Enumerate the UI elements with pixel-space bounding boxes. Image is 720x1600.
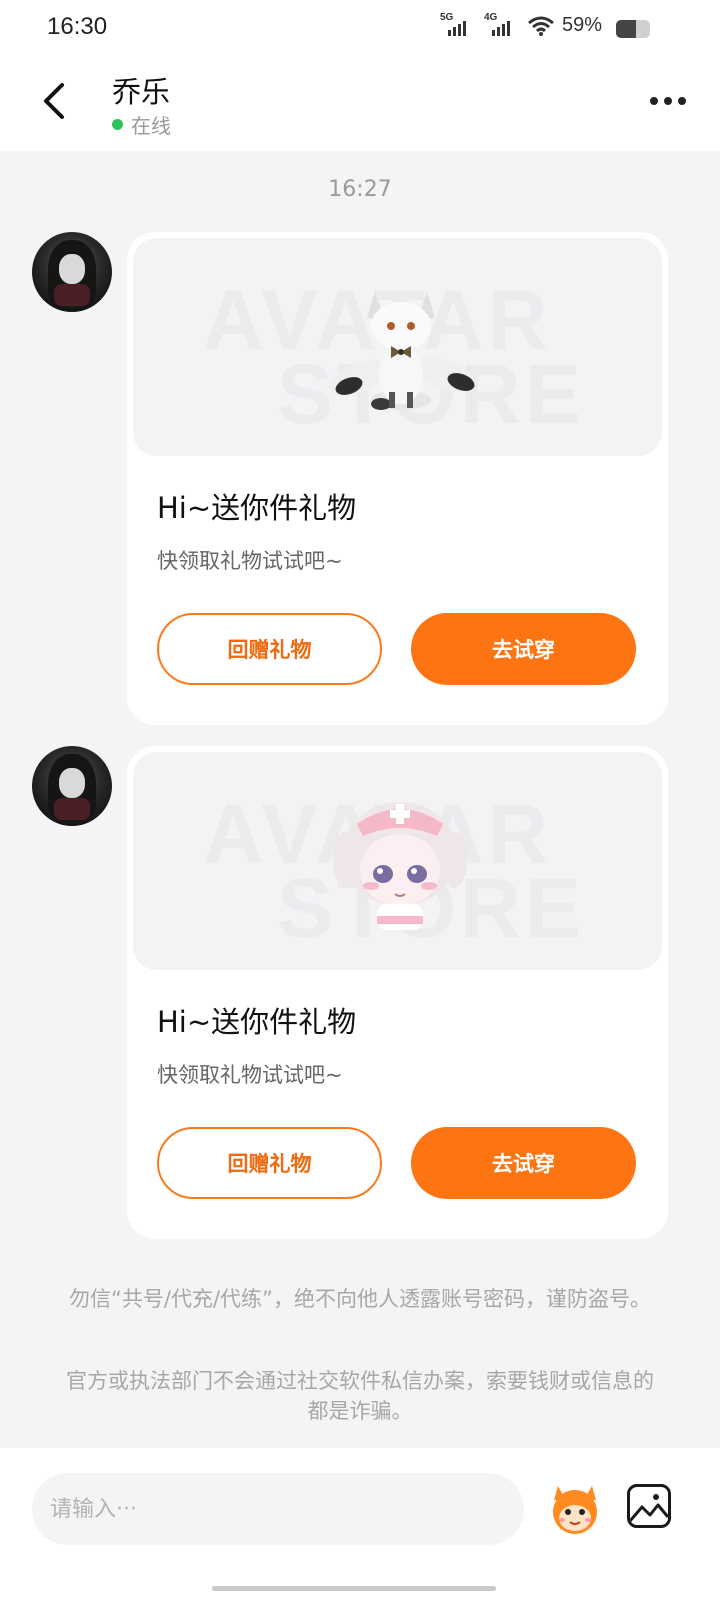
white-fox-icon <box>328 292 476 410</box>
status-time: 16:30 <box>47 13 108 40</box>
avatar-scarf <box>54 284 90 306</box>
chevron-left-icon <box>44 83 64 119</box>
orange-mascot-icon <box>553 1486 597 1534</box>
sender-avatar[interactable] <box>32 232 112 312</box>
battery-percent: 59% <box>561 14 602 36</box>
try-on-button[interactable]: 去试穿 <box>411 613 636 685</box>
gift-preview[interactable]: AVATAR STORE <box>133 752 662 970</box>
gift-message-card[interactable]: AVATAR STORE Hi~送你件礼物 快领取礼物试试吧~ <box>127 232 668 725</box>
signal-5g-icon: 5G <box>440 12 468 36</box>
try-on-button[interactable]: 去试穿 <box>411 1127 636 1199</box>
gift-subtitle: 快领取礼物试试吧~ <box>157 1063 343 1087</box>
return-gift-button[interactable]: 回赠礼物 <box>157 1127 382 1199</box>
return-gift-button[interactable]: 回赠礼物 <box>157 613 382 685</box>
gift-preview[interactable]: AVATAR STORE <box>133 238 662 456</box>
sender-avatar[interactable] <box>32 746 112 826</box>
online-status-label: 在线 <box>131 114 171 138</box>
security-notice-fraud: 官方或执法部门不会通过社交软件私信办案，索要钱财或信息的都是诈骗。 <box>66 1369 654 1423</box>
chat-timestamp: 16:27 <box>328 177 392 202</box>
more-dot-icon <box>650 97 658 105</box>
back-button[interactable] <box>34 79 78 123</box>
battery-fill <box>616 20 637 38</box>
wifi-icon <box>528 16 554 36</box>
image-icon <box>630 1494 668 1522</box>
more-options-button[interactable] <box>644 85 692 117</box>
online-status: 在线 <box>112 110 171 139</box>
avatar-face <box>59 768 85 798</box>
contact-name[interactable]: 乔乐 <box>112 69 170 111</box>
gift-subtitle: 快领取礼物试试吧~ <box>157 549 343 573</box>
more-dot-icon <box>664 97 672 105</box>
status-bar: 16:30 5G 4G 59% <box>0 0 720 55</box>
gift-title: Hi~送你件礼物 <box>157 491 357 525</box>
more-dot-icon <box>678 97 686 105</box>
home-indicator[interactable] <box>212 1586 496 1591</box>
network-label-5g: 5G <box>439 11 454 23</box>
sticker-button[interactable] <box>544 1476 606 1538</box>
chat-header: 乔乐 在线 <box>0 55 720 151</box>
gift-message-card[interactable]: AVATAR STORE Hi~送你件礼物 快领取礼物试试吧~ <box>127 746 668 1239</box>
online-dot-icon <box>112 119 123 130</box>
avatar-face <box>59 254 85 284</box>
nurse-girl-icon <box>333 802 467 930</box>
image-picker-button[interactable] <box>627 1484 671 1528</box>
message-input[interactable] <box>32 1473 524 1545</box>
gift-title: Hi~送你件礼物 <box>157 1005 357 1039</box>
message-input-bar <box>0 1448 720 1600</box>
network-label-4g: 4G <box>483 11 498 23</box>
status-indicators: 5G 4G 59% <box>440 12 602 37</box>
signal-4g-icon: 4G <box>484 12 512 36</box>
battery-icon <box>616 20 650 38</box>
security-notice-account: 勿信“共号/代充/代练”，绝不向他人透露账号密码，谨防盗号。 <box>69 1287 651 1311</box>
avatar-scarf <box>54 798 90 820</box>
